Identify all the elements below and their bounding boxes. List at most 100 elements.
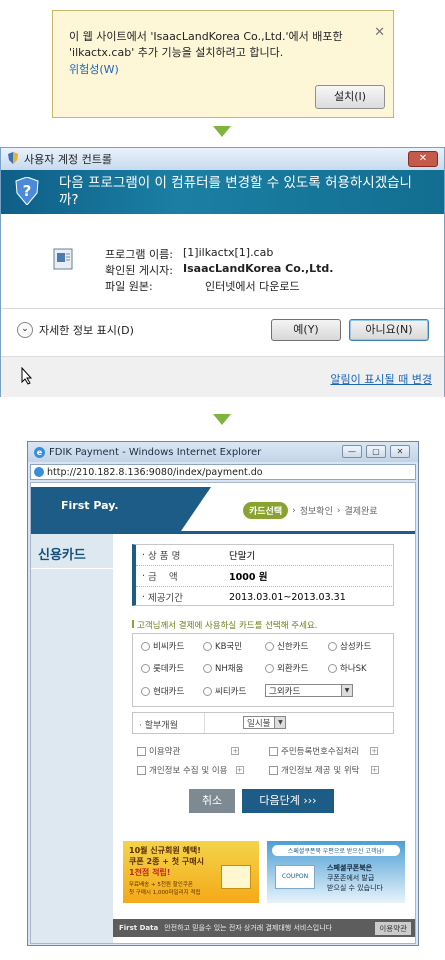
- radio-icon[interactable]: [203, 686, 212, 696]
- checkbox-icon[interactable]: [269, 765, 278, 775]
- cancel-button[interactable]: 취소: [189, 789, 235, 813]
- url-text[interactable]: http://210.182.8.136:9080/index/payment.…: [47, 467, 263, 478]
- ie-icon: e: [34, 446, 45, 458]
- details-toggle[interactable]: ⌄ 자세한 정보 표시(D): [17, 322, 134, 338]
- program-label: 프로그램 이름:: [105, 248, 173, 261]
- card-label: 하나SK: [340, 664, 367, 674]
- radio-icon[interactable]: [203, 641, 212, 651]
- expand-icon[interactable]: +: [370, 747, 379, 755]
- uac-shield-icon: [7, 151, 19, 167]
- no-button[interactable]: 아니요(N): [349, 319, 429, 341]
- divider: [204, 713, 205, 733]
- ad1-line4: 무료배송 + 5천원 할인쿠폰: [129, 882, 193, 888]
- uac-banner: ? 다음 프로그램이 이 컴퓨터를 변경할 수 있도록 허용하시겠습니까?: [1, 170, 444, 214]
- radio-icon[interactable]: [265, 641, 274, 651]
- next-step-button[interactable]: 다음단계 ›››: [242, 789, 334, 813]
- svg-text:?: ?: [23, 182, 32, 200]
- publisher-row: 확인된 게시자: IsaacLandKorea Co.,Ltd.: [105, 262, 333, 278]
- change-notification-link[interactable]: 알림이 표시될 때 변경: [330, 371, 432, 387]
- close-icon[interactable]: ✕: [408, 151, 438, 167]
- step-current: 카드선택: [243, 502, 289, 519]
- uac-title: 사용자 계정 컨트롤: [24, 153, 112, 166]
- radio-icon[interactable]: [328, 663, 337, 673]
- card-option[interactable]: 씨티카드: [203, 685, 246, 697]
- checkbox-icon[interactable]: [137, 765, 146, 775]
- card-label: 신한카드: [277, 642, 309, 652]
- address-bar[interactable]: http://210.182.8.136:9080/index/payment.…: [30, 464, 416, 480]
- checkbox-icon[interactable]: [137, 746, 146, 756]
- card-option[interactable]: 비씨카드: [141, 640, 184, 652]
- ad1-line2: 쿠폰 2종 + 첫 구매시: [129, 857, 204, 866]
- ad1-line1: 10월 신규회원 혜택!: [129, 846, 201, 855]
- card-select-notice: 고객님께서 결제에 사용하실 카드를 선택해 주세요.: [132, 619, 317, 631]
- radio-icon[interactable]: [141, 641, 150, 651]
- card-option[interactable]: 삼성카드: [328, 640, 371, 652]
- radio-icon[interactable]: [265, 663, 274, 673]
- radio-icon[interactable]: [203, 663, 212, 673]
- card-option[interactable]: NH채움: [203, 662, 243, 674]
- ad2-line1: 스페셜쿠폰북 우편으로 받으신 고객님!: [272, 845, 400, 856]
- agree-item[interactable]: 주민등록번호수집처리 +: [269, 745, 379, 757]
- minimize-icon[interactable]: —: [342, 445, 362, 458]
- yes-button[interactable]: 예(Y): [271, 319, 341, 341]
- chevron-down-icon: ⌄: [17, 322, 33, 338]
- sidebar-divider: [31, 568, 113, 569]
- agree-label: 개인정보 수집 및 이용: [149, 766, 228, 776]
- program-row: 프로그램 이름: [1]ilkactx[1].cab: [105, 246, 273, 262]
- origin-row: 파일 원본: 인터넷에서 다운로드: [105, 278, 300, 294]
- period-value: 2013.03.01~2013.03.31: [229, 591, 346, 603]
- agree-label: 주민등록번호수집처리: [281, 747, 360, 757]
- ad2-line4: 받으실 수 있습니다: [327, 884, 383, 892]
- publisher-value: IsaacLandKorea Co.,Ltd.: [183, 262, 334, 275]
- installment-row: · 할부개월 일시불 ▼: [132, 712, 394, 734]
- installment-select[interactable]: 일시불 ▼: [243, 716, 287, 729]
- ad1-line3: 1천점 적립!: [129, 868, 171, 877]
- agree-item[interactable]: 개인정보 수집 및 이용 +: [137, 764, 244, 776]
- install-button[interactable]: 설치(I): [315, 85, 385, 109]
- coupon-graphic: [221, 865, 251, 889]
- other-card-dropdown[interactable]: 그외카드 ▼: [265, 684, 353, 697]
- maximize-icon[interactable]: ▢: [366, 445, 386, 458]
- installment-label: 할부개월: [144, 721, 178, 731]
- agree-item[interactable]: 개인정보 제공 및 위탁 +: [269, 764, 379, 776]
- arrow-icon: ›: [336, 505, 341, 516]
- terms-button[interactable]: 이용약관: [375, 921, 411, 935]
- uac-titlebar: 사용자 계정 컨트롤 ✕: [1, 148, 444, 170]
- radio-icon[interactable]: [328, 641, 337, 651]
- card-label: 씨티카드: [215, 687, 247, 697]
- product-info: · 상 품 명 단말기 · 금 액 1000 원 · 제공기간 2013.03.…: [132, 544, 394, 606]
- program-value: [1]ilkactx[1].cab: [183, 246, 274, 259]
- uac-question: 다음 프로그램이 이 컴퓨터를 변경할 수 있도록 허용하시겠습니까?: [59, 175, 412, 208]
- card-selector: 비씨카드 KB국민 신한카드 삼성카드 롯데카드 NH채움 외환카드 하나SK …: [132, 633, 394, 707]
- product-name-label: 상 품 명: [148, 551, 181, 562]
- card-option[interactable]: KB국민: [203, 640, 242, 652]
- close-icon[interactable]: ✕: [374, 25, 385, 40]
- coupon-graphic: COUPON: [275, 865, 315, 889]
- promo-banner-coupon-book[interactable]: 스페셜쿠폰북 우편으로 받으신 고객님! COUPON 스페셜쿠폰북은 쿠폰존에…: [267, 841, 405, 903]
- period-row: · 제공기간 2013.03.01~2013.03.31: [142, 591, 346, 605]
- sidebar: 신용카드: [31, 534, 113, 943]
- radio-icon[interactable]: [141, 686, 150, 696]
- checkbox-icon[interactable]: [269, 746, 278, 756]
- amount-value: 1000 원: [229, 572, 268, 583]
- card-option[interactable]: 롯데카드: [141, 662, 184, 674]
- promo-banner-new-member[interactable]: 10월 신규회원 혜택! 쿠폰 2종 + 첫 구매시 1천점 적립! 무료배송 …: [123, 841, 259, 903]
- radio-icon[interactable]: [141, 663, 150, 673]
- close-icon[interactable]: ✕: [390, 445, 410, 458]
- card-option[interactable]: 신한카드: [265, 640, 308, 652]
- chevron-down-icon: ▼: [341, 685, 352, 696]
- expand-icon[interactable]: +: [370, 766, 379, 774]
- uac-dialog: 사용자 계정 컨트롤 ✕ ? 다음 프로그램이 이 컴퓨터를 변경할 수 있도록…: [0, 147, 445, 397]
- product-name-value: 단말기: [229, 551, 256, 562]
- card-option[interactable]: 외환카드: [265, 662, 308, 674]
- risk-link[interactable]: 위험성(W): [69, 61, 119, 77]
- other-card-select[interactable]: 그외카드 ▼: [265, 684, 353, 697]
- expand-icon[interactable]: +: [231, 747, 240, 755]
- expand-icon[interactable]: +: [235, 766, 244, 774]
- card-option[interactable]: 하나SK: [328, 662, 367, 674]
- footer-text: 안전하고 믿을수 있는 전자 상거래 결제대행 서비스입니다: [164, 924, 333, 932]
- agree-item[interactable]: 이용약관 +: [137, 745, 240, 757]
- divider: [1, 308, 444, 309]
- file-icon: [53, 248, 73, 273]
- card-option[interactable]: 현대카드: [141, 685, 184, 697]
